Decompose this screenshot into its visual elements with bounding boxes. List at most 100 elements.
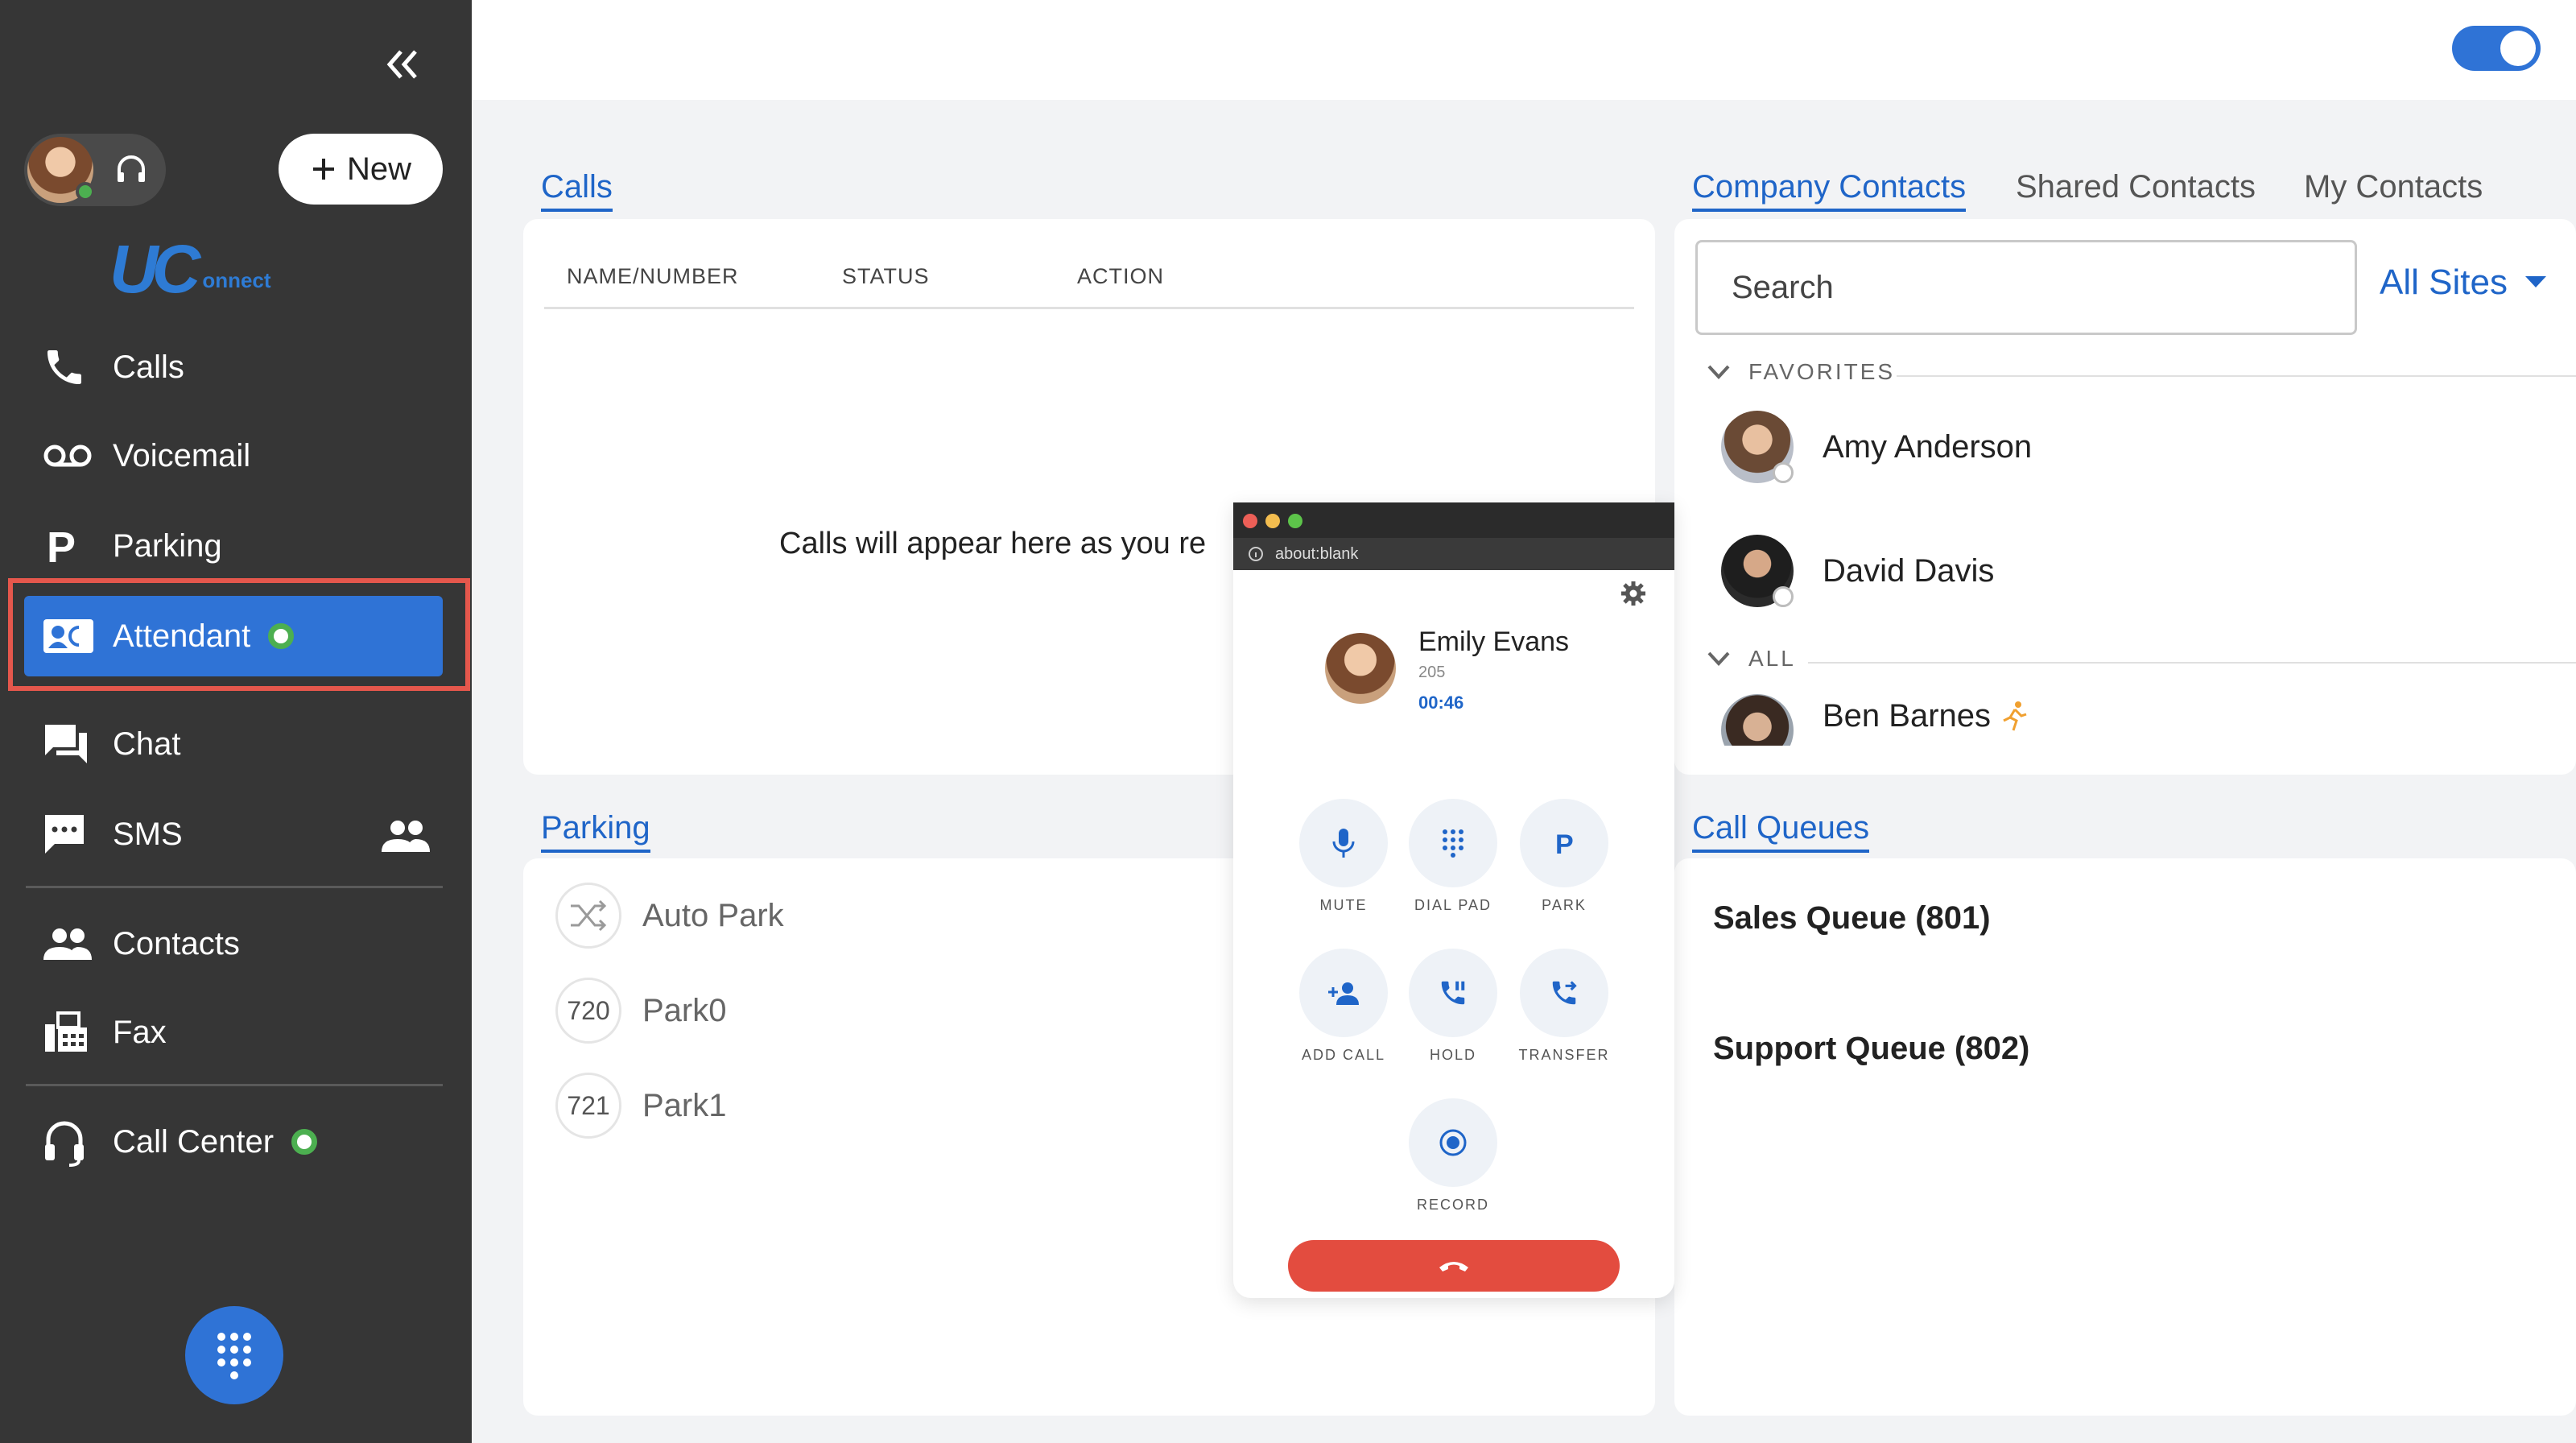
- hold-button[interactable]: [1409, 949, 1497, 1037]
- top-bar: [472, 0, 2576, 100]
- nav-fax-label: Fax: [113, 1014, 167, 1050]
- parking-section-title: Parking: [541, 810, 650, 853]
- hang-up-icon: [1439, 1262, 1468, 1271]
- new-button-label: New: [346, 151, 412, 187]
- close-window-button[interactable]: [1243, 514, 1257, 528]
- queue-item[interactable]: Sales Queue (801): [1713, 900, 1991, 937]
- add-person-icon: [1328, 982, 1359, 1005]
- call-center-status-indicator: [291, 1129, 318, 1155]
- hold-label: HOLD: [1429, 1047, 1476, 1063]
- fax-icon: [45, 1011, 87, 1052]
- group-divider: [1808, 662, 2576, 664]
- chat-icon: [45, 725, 87, 763]
- minimize-window-button[interactable]: [1265, 514, 1280, 528]
- sites-dropdown[interactable]: All Sites: [2380, 263, 2546, 303]
- nav-call-center[interactable]: Call Center: [24, 1102, 443, 1182]
- nav-voicemail[interactable]: Voicemail: [24, 416, 443, 496]
- contact-row[interactable]: Amy Anderson: [1721, 411, 2032, 483]
- logo-mark: UC: [109, 231, 200, 307]
- contacts-scroll-area: Ben Barnes: [1721, 694, 2526, 746]
- collapse-sidebar-button[interactable]: [378, 40, 427, 89]
- offline-status-dot: [1773, 462, 1794, 483]
- online-status-dot: [76, 182, 95, 201]
- microphone-icon: [1332, 829, 1355, 858]
- logo-text: onnect: [202, 268, 271, 292]
- tab-shared-contacts[interactable]: Shared Contacts: [2016, 169, 2256, 205]
- dialpad-button[interactable]: [185, 1306, 283, 1404]
- user-status-pill[interactable]: [24, 134, 166, 206]
- sites-dropdown-value: All Sites: [2380, 263, 2508, 302]
- caller-extension: 205: [1418, 664, 1446, 681]
- call-queues-panel: [1674, 858, 2576, 1416]
- nav-parking[interactable]: P Parking: [24, 506, 443, 586]
- group-icon[interactable]: [380, 818, 431, 854]
- park-slot-number: 721: [555, 1073, 621, 1139]
- favorites-group-header[interactable]: FAVORITES: [1707, 359, 1895, 385]
- park-slot-number: 720: [555, 978, 621, 1044]
- double-chevron-left-icon: [386, 50, 417, 79]
- dial-pad-button[interactable]: [1409, 799, 1497, 887]
- popup-settings-button[interactable]: [1620, 580, 1647, 611]
- shuffle-icon: [555, 883, 621, 949]
- new-button[interactable]: New: [279, 134, 443, 205]
- offline-status-dot: [1773, 586, 1794, 607]
- contacts-search-input[interactable]: Search: [1695, 240, 2357, 335]
- favorites-label: FAVORITES: [1748, 359, 1896, 384]
- park-slot-row[interactable]: 721 Park1: [555, 1073, 727, 1139]
- nav-attendant[interactable]: Attendant: [24, 596, 443, 676]
- nav-attendant-label: Attendant: [113, 618, 251, 654]
- phone-hold-icon: [1441, 981, 1465, 1005]
- auto-park-row[interactable]: Auto Park: [555, 883, 784, 949]
- tab-my-contacts[interactable]: My Contacts: [2304, 169, 2483, 205]
- column-action: ACTION: [1077, 264, 1165, 288]
- add-call-button[interactable]: [1299, 949, 1388, 1037]
- chevron-down-icon: [1707, 651, 1730, 666]
- calls-section-title: Calls: [541, 169, 613, 212]
- nav-sms[interactable]: SMS: [24, 794, 443, 874]
- zoom-window-button[interactable]: [1288, 514, 1302, 528]
- mode-toggle[interactable]: [2452, 26, 2541, 71]
- all-label: ALL: [1748, 646, 1796, 671]
- park-slot-row[interactable]: 720 Park0: [555, 978, 727, 1044]
- active-call-popup: about:blank Emily Evans 205 00:46 MUTE D…: [1233, 502, 1674, 1298]
- nav-divider: [26, 1084, 443, 1086]
- svg-text:P: P: [1555, 829, 1574, 858]
- column-name-number: NAME/NUMBER: [567, 264, 739, 288]
- transfer-button[interactable]: [1520, 949, 1608, 1037]
- nav-contacts[interactable]: Contacts: [24, 903, 443, 984]
- phone-icon: [47, 350, 81, 384]
- hang-up-button[interactable]: [1288, 1240, 1620, 1292]
- column-status: STATUS: [842, 264, 930, 288]
- contact-row[interactable]: David Davis: [1721, 535, 1994, 607]
- headset-icon: [118, 155, 145, 182]
- contact-name: David Davis: [1823, 552, 1995, 589]
- tab-company-contacts[interactable]: Company Contacts: [1692, 169, 1967, 212]
- nav-fax[interactable]: Fax: [24, 992, 443, 1073]
- group-divider: [1897, 375, 2576, 377]
- all-group-header[interactable]: ALL: [1707, 646, 1796, 672]
- dialpad-icon: [1443, 829, 1463, 858]
- dialpad-icon: [217, 1333, 251, 1379]
- nav-chat[interactable]: Chat: [24, 704, 443, 784]
- search-placeholder: Search: [1732, 269, 1834, 305]
- sidebar: New UC onnect Calls Voicemail P Parking …: [0, 0, 472, 1443]
- nav-divider: [26, 886, 443, 888]
- avatar: [1721, 535, 1794, 607]
- queue-item[interactable]: Support Queue (802): [1713, 1031, 2029, 1067]
- nav-contacts-label: Contacts: [113, 925, 240, 961]
- caller-name: Emily Evans: [1418, 626, 1570, 657]
- add-call-label: ADD CALL: [1301, 1047, 1386, 1063]
- nav-calls[interactable]: Calls: [24, 327, 443, 407]
- caller-avatar: [1325, 633, 1396, 704]
- park-button[interactable]: P: [1520, 799, 1608, 887]
- avatar: [1721, 694, 1794, 746]
- nav-call-center-label: Call Center: [113, 1123, 275, 1160]
- record-button[interactable]: [1409, 1098, 1497, 1187]
- contact-row[interactable]: Ben Barnes: [1721, 694, 2028, 746]
- avatar: [1721, 411, 1794, 483]
- popup-url: about:blank: [1275, 544, 1359, 563]
- popup-address-bar: about:blank: [1233, 538, 1674, 570]
- mute-button[interactable]: [1299, 799, 1388, 887]
- attendant-status-indicator: [268, 623, 295, 649]
- contact-name: Ben Barnes: [1823, 697, 1992, 734]
